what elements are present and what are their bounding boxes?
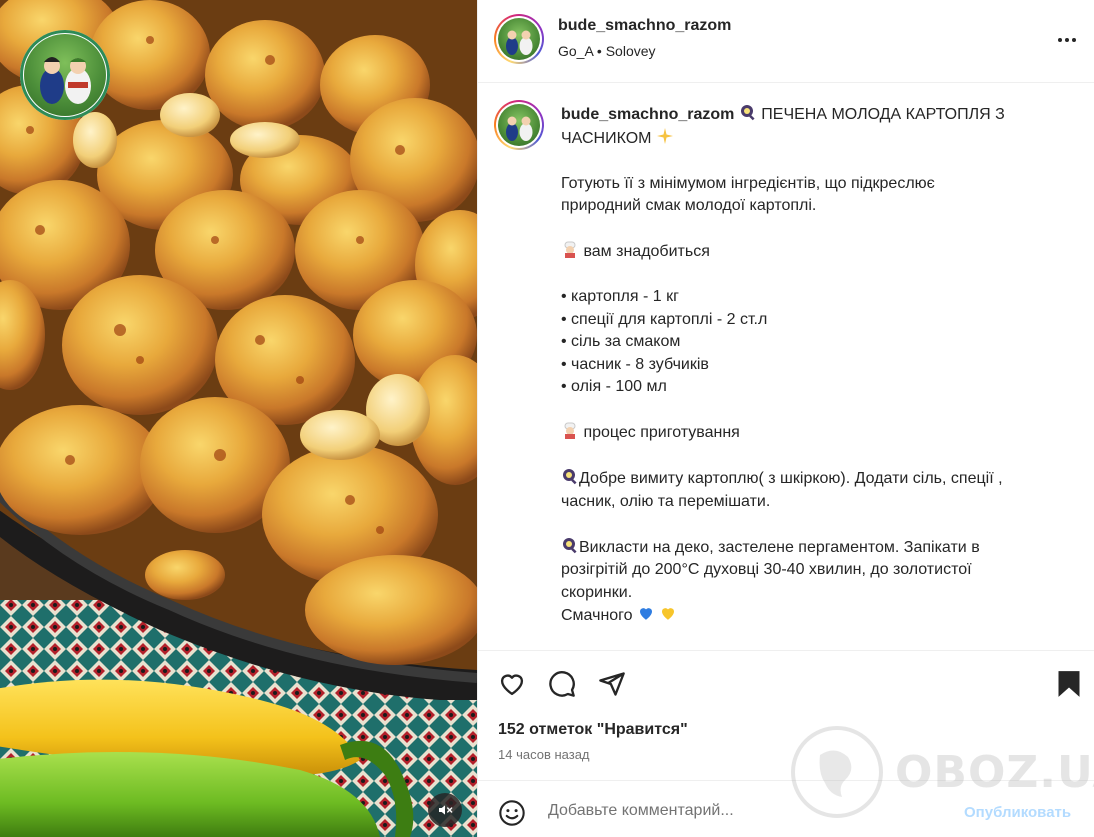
step-1-line-2: часник, олію та перемішати.: [561, 492, 771, 510]
smiley-icon: [499, 800, 525, 826]
comment-icon: [549, 671, 575, 697]
step-2-line-1: Викласти на деко, застелене пергаментом.…: [579, 538, 980, 556]
cook-icon: [564, 241, 576, 258]
cook-icon: [564, 422, 576, 439]
post-sidebar: bude_smachno_razom Go_A • Solovey bude_s…: [477, 0, 1094, 837]
closing-text: Смачного: [561, 607, 633, 624]
share-icon: [599, 672, 625, 696]
more-options-button[interactable]: [1055, 28, 1079, 52]
caption-author-avatar[interactable]: [494, 100, 544, 150]
ingredient-item: • спеції для картоплі - 2 ст.л: [561, 310, 768, 328]
post-comment-button[interactable]: Опубликовать: [964, 804, 1071, 821]
caption-area: bude_smachno_razom ПЕЧЕНА МОЛОДА КАРТОПЛ…: [478, 84, 1094, 649]
food-photo: [0, 0, 477, 837]
ingredient-item: • олія - 100 мл: [561, 378, 667, 395]
audio-info[interactable]: Go_A • Solovey: [558, 43, 656, 59]
doll-figures-icon: [506, 116, 533, 141]
audio-track: Solovey: [605, 43, 656, 59]
sparkles-icon: [656, 127, 673, 144]
step-1-line-1: Добре вимиту картоплю( з шкіркою). Додат…: [579, 470, 1003, 487]
author-avatar[interactable]: [494, 14, 544, 64]
doll-figures-icon: [506, 30, 533, 55]
ingredient-item: • картопля - 1 кг: [561, 288, 679, 305]
ingredient-item: • сіль за смаком: [561, 333, 681, 350]
author-username[interactable]: bude_smachno_razom: [558, 17, 731, 35]
frying-pan-icon: [740, 105, 755, 121]
ingredient-item: • часник - 8 зубчиків: [561, 355, 709, 373]
step-2-line-2: розігрітій до 200°С духовці 30-40 хвилин…: [561, 561, 972, 578]
like-button[interactable]: [496, 668, 528, 700]
volume-off-icon: [439, 805, 453, 815]
intro-line-1: Готують її з мінімумом інгредієнтів, що …: [561, 174, 935, 192]
intro-line-2: природний смак молодої картоплі.: [561, 197, 817, 214]
channel-logo: [20, 30, 110, 120]
doll-figures-icon: [40, 57, 91, 104]
post-timestamp[interactable]: 14 часов назад: [498, 747, 590, 762]
frying-pan-icon: [563, 537, 577, 553]
comment-button[interactable]: [546, 668, 578, 700]
audio-artist: Go_A: [558, 43, 594, 59]
mute-button[interactable]: [428, 793, 462, 827]
heart-icon: [500, 674, 524, 696]
more-horizontal-icon: [1058, 38, 1076, 42]
share-button[interactable]: [596, 668, 628, 700]
comment-input[interactable]: [548, 797, 948, 825]
blue-heart-icon: [640, 608, 653, 620]
post-actions: 152 отметок "Нравится" 14 часов назад: [478, 650, 1094, 780]
comment-bar: Опубликовать: [478, 780, 1094, 837]
caption-username[interactable]: bude_smachno_razom: [561, 106, 734, 123]
bookmark-icon: [1058, 671, 1080, 697]
caption-text: bude_smachno_razom ПЕЧЕНА МОЛОДА КАРТОПЛ…: [561, 103, 1051, 628]
likes-count[interactable]: 152 отметок "Нравится": [498, 721, 688, 739]
step-2-line-3: скоринки.: [561, 583, 633, 601]
post-header: bude_smachno_razom Go_A • Solovey: [478, 0, 1094, 83]
frying-pan-icon: [563, 469, 577, 485]
yellow-heart-icon: [662, 608, 675, 620]
save-button[interactable]: [1053, 668, 1085, 700]
emoji-picker-button[interactable]: [498, 799, 526, 827]
audio-separator: •: [596, 43, 602, 59]
need-heading: вам знадобиться: [583, 243, 710, 260]
process-heading: процес приготування: [583, 424, 740, 441]
post-media[interactable]: [0, 0, 477, 837]
